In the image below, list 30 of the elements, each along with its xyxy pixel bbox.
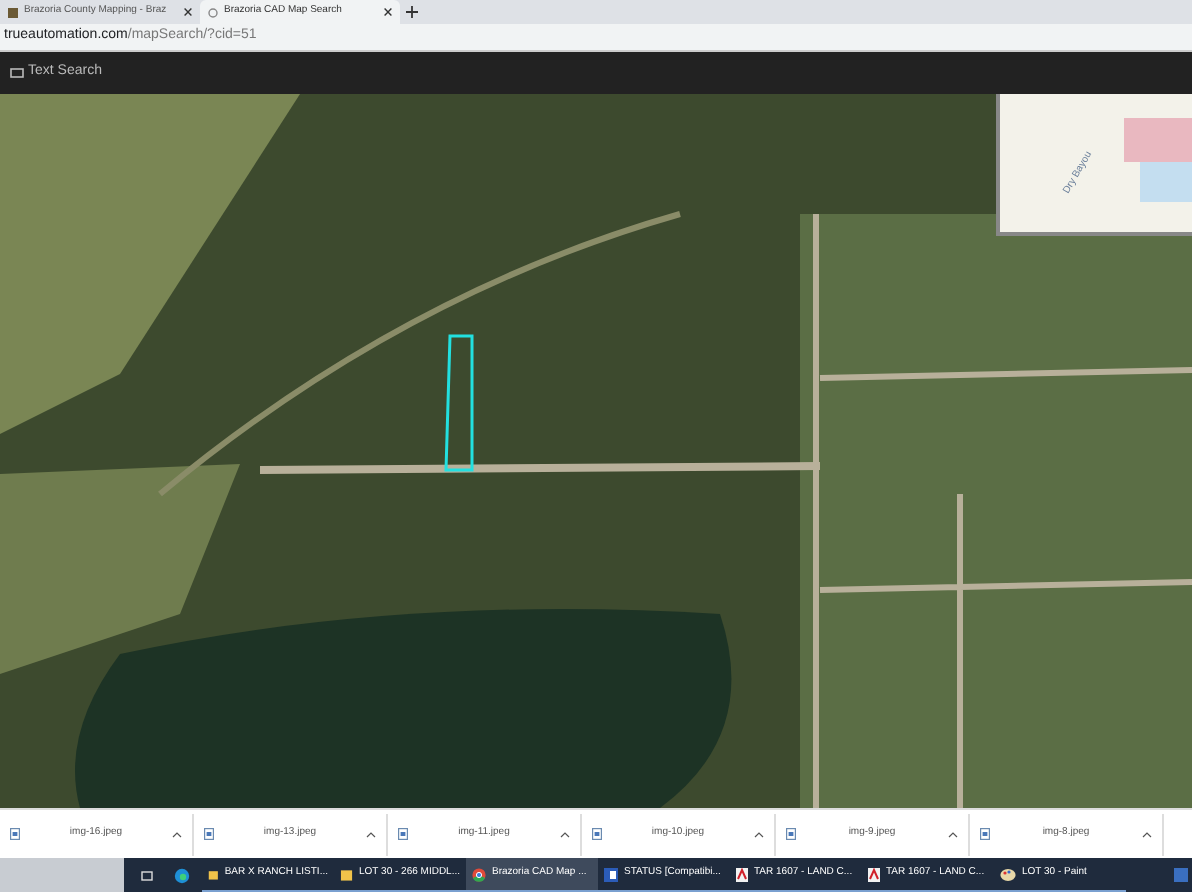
file-icon — [786, 828, 796, 840]
file-icon — [10, 828, 20, 840]
file-icon — [204, 828, 214, 840]
parcel-area — [1124, 118, 1192, 162]
new-tab-icon[interactable] — [406, 6, 418, 18]
keyboard-icon — [10, 68, 24, 78]
close-icon[interactable] — [184, 8, 192, 16]
water-area — [1140, 162, 1192, 202]
browser-icon[interactable] — [174, 867, 190, 883]
file-icon — [980, 828, 990, 840]
map-thumbnail-icon — [8, 7, 18, 17]
task-view-icon[interactable] — [140, 869, 154, 881]
file-icon — [398, 828, 408, 840]
pdf-icon — [736, 867, 748, 881]
caret-icon[interactable] — [366, 831, 376, 837]
document-icon — [604, 867, 618, 881]
folder-icon — [208, 867, 219, 881]
folder-icon — [340, 867, 354, 881]
caret-icon[interactable] — [172, 831, 182, 837]
close-icon[interactable] — [384, 8, 392, 16]
caret-icon[interactable] — [754, 831, 764, 837]
paint-palette-icon — [1000, 867, 1016, 881]
caret-icon[interactable] — [560, 831, 570, 837]
caret-icon[interactable] — [948, 831, 958, 837]
file-icon — [592, 828, 602, 840]
caret-icon[interactable] — [1142, 831, 1152, 837]
pdf-icon — [868, 867, 880, 881]
browser-icon — [472, 867, 486, 881]
parcel-outline — [444, 334, 476, 474]
globe-icon — [208, 7, 218, 17]
